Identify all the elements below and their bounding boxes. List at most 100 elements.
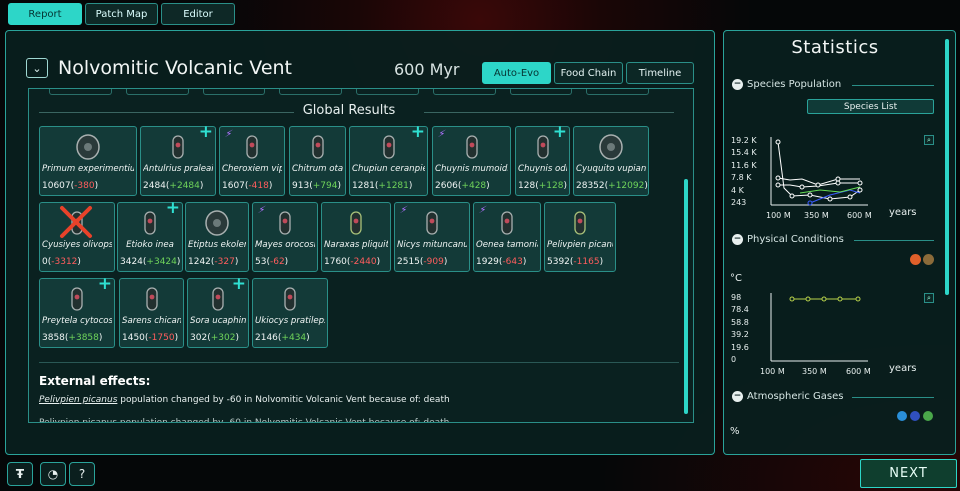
sunlight-icon[interactable] [923, 254, 934, 265]
section-title: Physical Conditions [747, 234, 844, 245]
species-card[interactable]: Naraxas pliquito 1760(-2440) [321, 202, 391, 272]
population-change: +3858 [68, 333, 99, 343]
section-title: Atmospheric Gases [747, 391, 844, 402]
magnify-icon[interactable]: ⌕ [924, 293, 934, 303]
species-card[interactable]: + Sora ucaphin 302(+302) [187, 276, 249, 348]
species-card[interactable]: Pelivpien picanus 5392(-1165) [544, 202, 616, 272]
pop-x-tick: 100 M [766, 211, 791, 220]
species-population: 28352(+12092) [576, 181, 648, 191]
y-tick-label: 19.2 K [731, 136, 757, 145]
external-effects-title: External effects: [39, 374, 151, 388]
population-value: 2606 [435, 181, 458, 191]
species-card[interactable]: + Preytela cytocosia 3858(+3858) [39, 276, 115, 348]
population-value: 10607 [42, 181, 71, 191]
population-value: 913 [292, 181, 310, 191]
nitrogen-icon[interactable] [910, 411, 920, 421]
co2-icon[interactable] [923, 411, 933, 421]
statistics-scrollbar[interactable] [945, 39, 949, 295]
physical-conditions-header[interactable]: − Physical Conditions [732, 234, 844, 245]
tab-food-chain[interactable]: Food Chain [554, 62, 623, 84]
species-card[interactable]: Primum experimentium 10607(-380) [39, 126, 137, 196]
y-tick-label: 7.8 K [731, 173, 752, 183]
species-cell-icon [144, 211, 156, 235]
collapse-button[interactable]: ⌄ [26, 58, 48, 78]
population-value: 1242 [188, 257, 211, 267]
collapse-minus-icon[interactable]: − [732, 391, 743, 402]
statistics-title: Statistics [791, 37, 879, 58]
species-name: Naraxas pliquito [324, 240, 388, 250]
species-card[interactable]: + Chupiun ceranpien 1281(+1281) [349, 122, 428, 196]
species-card[interactable]: ⚡ Nicys mituncanus 2515(-909) [394, 202, 470, 272]
species-population: 2515(-909) [397, 257, 448, 267]
split-lightning-icon: ⚡ [223, 129, 234, 140]
species-card[interactable]: ⚡ Mayes orocosia 53(-62) [252, 202, 318, 272]
effect-text: population changed by -60 in Nolvomitic … [117, 395, 450, 405]
population-value: 302 [190, 333, 208, 343]
species-card[interactable]: Chitrum otax 913(+794) [289, 126, 346, 196]
species-population: 3424(+3424) [120, 257, 181, 267]
species-card[interactable]: ⚡ Chuynis mumoidia 2606(+428) [432, 126, 511, 196]
species-cell-icon [76, 134, 100, 160]
help-button[interactable]: ? [69, 462, 95, 486]
new-species-plus-icon: + [410, 122, 425, 142]
species-population-header[interactable]: − Species Population [732, 79, 841, 90]
species-cell-icon [205, 210, 229, 236]
oxygen-icon[interactable] [897, 411, 907, 421]
results-scrollbar[interactable] [684, 179, 688, 414]
y-tick-label: 98 [731, 293, 742, 302]
species-list-button[interactable]: Species List [807, 99, 934, 114]
species-card[interactable]: Cyuquito vupian 28352(+12092) [573, 126, 649, 196]
new-species-plus-icon: + [552, 122, 567, 142]
species-card[interactable]: Ukiocys pratilepsis 2146(+434) [252, 278, 328, 348]
species-cell-icon [465, 135, 478, 159]
population-change: -909 [423, 257, 444, 267]
population-change: -418 [248, 181, 269, 191]
species-cell-icon [501, 211, 513, 235]
population-value: 3424 [120, 257, 143, 267]
species-population: 1242(-327) [188, 257, 239, 267]
species-name: Etioko inea [126, 240, 174, 250]
species-card[interactable]: ⚡ Cheroxiem viperen 1607(-418) [219, 126, 285, 196]
species-card[interactable]: + Chuynis odix 128(+128) [515, 122, 570, 196]
atmospheric-gases-header[interactable]: − Atmospheric Gases [732, 391, 844, 402]
results-scroll-area[interactable]: Global Results Primum experimentium 10607… [28, 88, 694, 423]
population-change: -3312 [51, 257, 78, 267]
species-cell-icon [172, 135, 184, 159]
species-card[interactable]: ⚡ Oenea tamonia 1929(-643) [473, 202, 541, 272]
species-card[interactable]: + Antulrius praleais 2484(+2484) [140, 124, 216, 196]
y-tick-label: 0 [731, 355, 737, 364]
tab-editor[interactable]: Editor [161, 3, 235, 25]
new-species-plus-icon: + [165, 198, 180, 218]
y-tick-label: 58.8 [731, 317, 749, 327]
species-card[interactable]: Cyusiyes olivopsis 0(-3312) [39, 202, 115, 272]
divider [852, 397, 934, 398]
population-change: +302 [210, 333, 236, 343]
population-value: 2484 [143, 181, 166, 191]
population-value: 1450 [122, 333, 145, 343]
species-name: Mayes orocosia [255, 240, 315, 250]
global-results-title: Global Results [302, 103, 396, 118]
species-link[interactable]: Pelivpien picanus [39, 395, 117, 405]
thrive-logo-button[interactable]: Ŧ [7, 462, 33, 486]
stats-button[interactable]: ◔ [40, 462, 66, 486]
tab-timeline[interactable]: Timeline [626, 62, 694, 84]
collapse-minus-icon[interactable]: − [732, 79, 743, 90]
species-name: Cheroxiem viperen [222, 164, 282, 174]
species-population: 1607(-418) [222, 181, 273, 191]
temp-x-tick: 100 M [760, 367, 785, 376]
species-card[interactable]: + Etioko inea 3424(+3424) [117, 198, 183, 272]
magnify-icon[interactable]: ⌕ [924, 135, 934, 145]
tab-auto-evo[interactable]: Auto-Evo [482, 62, 551, 84]
population-value: 1607 [222, 181, 245, 191]
species-cell-icon [71, 287, 83, 311]
population-change: +428 [461, 181, 487, 191]
tab-patch-map[interactable]: Patch Map [85, 3, 158, 25]
tab-report[interactable]: Report [8, 3, 82, 25]
collapse-minus-icon[interactable]: − [732, 234, 743, 245]
species-card[interactable]: Etiptus ekolera 1242(-327) [185, 202, 249, 272]
species-name: Pelivpien picanus [547, 240, 613, 250]
species-card[interactable]: Sarens chicanus 1450(-1750) [119, 278, 184, 348]
next-button[interactable]: NEXT [860, 459, 957, 488]
species-population: 1281(+1281) [352, 181, 413, 191]
temperature-icon[interactable] [910, 254, 921, 265]
